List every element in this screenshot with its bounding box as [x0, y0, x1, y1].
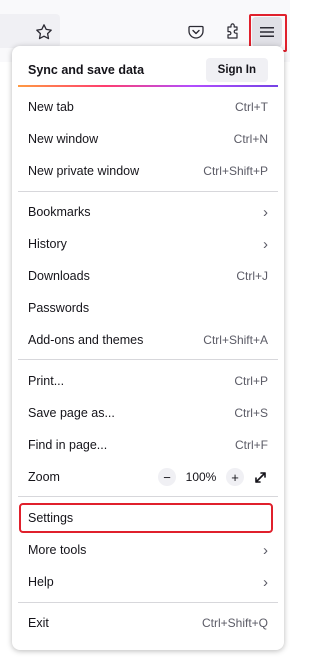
chevron-right-icon: ›	[263, 203, 268, 221]
menu-item-new-window[interactable]: New window Ctrl+N	[18, 123, 278, 155]
menu-item-new-private-window[interactable]: New private window Ctrl+Shift+P	[18, 155, 278, 187]
sync-label: Sync and save data	[28, 63, 145, 77]
menu-item-find-in-page[interactable]: Find in page... Ctrl+F	[18, 429, 278, 461]
menu-item-shortcut: Ctrl+Shift+A	[203, 333, 268, 347]
menu-item-label: Print...	[28, 374, 65, 388]
menu-item-label: Save page as...	[28, 406, 115, 420]
menu-item-shortcut: Ctrl+Shift+P	[203, 164, 268, 178]
sync-divider	[18, 85, 278, 87]
menu-separator	[18, 359, 278, 360]
menu-item-new-tab[interactable]: New tab Ctrl+T	[18, 91, 278, 123]
extensions-icon[interactable]	[218, 17, 248, 47]
menu-item-shortcut: Ctrl+S	[234, 406, 268, 420]
settings-highlight	[19, 503, 273, 533]
menu-item-shortcut: Ctrl+P	[234, 374, 268, 388]
menu-item-zoom: Zoom − 100% +	[18, 461, 278, 493]
chevron-right-icon: ›	[263, 541, 268, 559]
menu-item-label: New tab	[28, 100, 74, 114]
zoom-in-button[interactable]: +	[226, 468, 244, 486]
menu-item-print[interactable]: Print... Ctrl+P	[18, 365, 278, 397]
menu-item-label: Exit	[28, 616, 49, 630]
menu-item-label: Downloads	[28, 269, 90, 283]
zoom-out-button[interactable]: −	[158, 468, 176, 486]
app-menu-panel: Sync and save data Sign In New tab Ctrl+…	[12, 46, 284, 650]
chevron-right-icon: ›	[263, 573, 268, 591]
menu-item-shortcut: Ctrl+F	[235, 438, 268, 452]
menu-item-shortcut: Ctrl+J	[236, 269, 268, 283]
menu-item-addons[interactable]: Add-ons and themes Ctrl+Shift+A	[18, 324, 278, 356]
menu-item-label: Help	[28, 575, 54, 589]
menu-item-shortcut: Ctrl+Shift+Q	[201, 616, 268, 630]
menu-item-label: Add-ons and themes	[28, 333, 144, 347]
sync-row: Sync and save data Sign In	[18, 54, 278, 86]
fullscreen-icon[interactable]	[252, 469, 268, 485]
menu-item-label: Bookmarks	[28, 205, 91, 219]
sign-in-button[interactable]: Sign In	[205, 58, 268, 82]
menu-item-downloads[interactable]: Downloads Ctrl+J	[18, 260, 278, 292]
menu-separator	[18, 602, 278, 603]
chevron-right-icon: ›	[263, 235, 268, 253]
menu-item-label: More tools	[28, 543, 87, 557]
menu-item-label: Passwords	[28, 301, 90, 315]
menu-item-shortcut: Ctrl+T	[235, 100, 268, 114]
menu-item-label: Find in page...	[28, 438, 108, 452]
zoom-level[interactable]: 100%	[184, 470, 218, 484]
menu-item-more-tools[interactable]: More tools ›	[18, 534, 278, 566]
zoom-controls: − 100% +	[158, 468, 268, 486]
menu-item-label: History	[28, 237, 67, 251]
menu-item-save-page[interactable]: Save page as... Ctrl+S	[18, 397, 278, 429]
menu-item-shortcut: Ctrl+N	[233, 132, 268, 146]
menu-item-exit[interactable]: Exit Ctrl+Shift+Q	[18, 607, 278, 639]
menu-separator	[18, 191, 278, 192]
menu-item-label: New private window	[28, 164, 140, 178]
menu-separator	[18, 496, 278, 497]
pocket-icon[interactable]	[181, 17, 211, 47]
menu-item-bookmarks[interactable]: Bookmarks ›	[18, 196, 278, 228]
menu-item-label: New window	[28, 132, 99, 146]
menu-item-passwords[interactable]: Passwords	[18, 292, 278, 324]
menu-item-label: Zoom	[28, 470, 60, 484]
menu-item-history[interactable]: History ›	[18, 228, 278, 260]
star-icon[interactable]	[29, 17, 59, 47]
menu-item-help[interactable]: Help ›	[18, 566, 278, 598]
